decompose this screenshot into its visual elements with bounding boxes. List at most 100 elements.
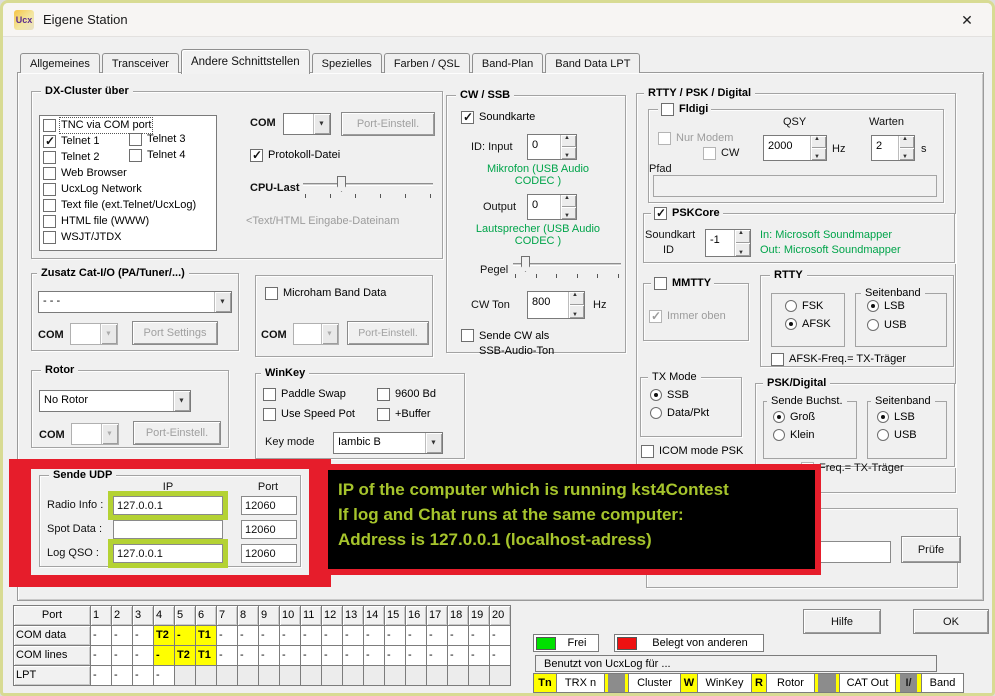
checkbox-soundkarte[interactable]: Soundkarte [461, 111, 535, 124]
checkbox-telnet-2[interactable]: Telnet 2 [43, 151, 100, 164]
pfad-input[interactable] [653, 175, 937, 197]
log-qso-port-input[interactable] [241, 544, 297, 563]
radio-tx-ssb[interactable]: SSB [650, 389, 689, 401]
checkbox-box [43, 183, 56, 196]
checkbox-label: 9600 Bd [395, 388, 436, 401]
checkbox-mmtty[interactable]: MMTTY [651, 277, 714, 290]
radio-rtty-lsb[interactable]: LSB [867, 300, 905, 312]
checkbox-microham-band-data[interactable]: Microham Band Data [265, 287, 386, 300]
spinner-buttons[interactable] [734, 230, 750, 256]
legend-key-band: I/ [896, 673, 922, 693]
annotation-line: Address is 127.0.0.1 (localhost-adress) [338, 527, 805, 552]
checkbox-ucxlog-network[interactable]: UcxLog Network [43, 183, 142, 196]
checkbox-icom-mode-psk[interactable]: ICOM mode PSK [641, 445, 743, 458]
checkbox-sende-cw-als-ssb[interactable]: Sende CW als SSB-Audio-Ton [461, 329, 571, 359]
zusatz-device-dropdown[interactable]: - - - [38, 291, 232, 313]
port-table-cell [490, 666, 511, 686]
checkbox-paddle-swap[interactable]: Paddle Swap [263, 388, 346, 401]
close-icon[interactable]: ✕ [950, 7, 984, 33]
checkbox-use-speed-pot[interactable]: Use Speed Pot [263, 408, 355, 421]
tab-allgemeines[interactable]: Allgemeines [20, 53, 100, 73]
pskcore-id-spinner[interactable]: -1 [705, 229, 751, 257]
checkbox-box [703, 147, 716, 160]
mikrofon-device-text: Mikrofon (USB Audio CODEC ) [468, 163, 608, 187]
spinner-buttons[interactable] [560, 195, 576, 219]
spinner-buttons[interactable] [568, 292, 584, 318]
checkbox-label: Protokoll-Datei [268, 149, 340, 162]
checkbox-label: Freq.= TX-Träger [819, 462, 904, 475]
log-qso-ip-input[interactable] [113, 544, 223, 563]
checkbox-web-browser[interactable]: Web Browser [43, 167, 127, 180]
zusatz-port-settings-button[interactable]: Port Settings [132, 321, 218, 345]
radio-info-ip-input[interactable] [113, 496, 223, 515]
checkbox-protokoll-datei[interactable]: Protokoll-Datei [250, 149, 340, 162]
checkbox-nur-modem[interactable]: Nur Modem [658, 132, 733, 145]
checkbox-fldigi[interactable]: Fldigi [658, 103, 711, 116]
checkbox-wsjt-jtdx[interactable]: WSJT/JTDX [43, 231, 122, 244]
radio-fsk[interactable]: FSK [785, 300, 823, 312]
checkbox-html-file[interactable]: HTML file (WWW) [43, 215, 149, 228]
spinner-buttons[interactable] [560, 135, 576, 159]
checkbox-telnet-4[interactable]: Telnet 4 [129, 149, 186, 162]
chevron-down-icon[interactable] [313, 114, 330, 134]
tab-spezielles[interactable]: Spezielles [312, 53, 382, 73]
sende-udp-title: Sende UDP [49, 469, 116, 481]
microham-com-dropdown[interactable] [293, 323, 339, 345]
zusatz-com-dropdown[interactable] [70, 323, 118, 345]
checkbox-box [43, 199, 56, 212]
radio-dot [867, 300, 879, 312]
cw-ton-spinner[interactable]: 800 [527, 291, 585, 319]
radio-psk-usb[interactable]: USB [877, 429, 917, 441]
checkbox-afsk-freq-tx-traeger[interactable]: AFSK-Freq.= TX-Träger [771, 353, 906, 366]
checkbox-telnet-1[interactable]: Telnet 1 [43, 135, 100, 148]
rotor-port-settings-button[interactable]: Port-Einstell. [133, 421, 221, 445]
tab-farben-qsl[interactable]: Farben / QSL [384, 53, 470, 73]
rotor-com-dropdown[interactable] [71, 423, 119, 445]
checkbox-pskcore[interactable]: PSKCore [651, 207, 723, 220]
pegel-slider[interactable] [513, 255, 621, 281]
tab-band-data-lpt[interactable]: Band Data LPT [545, 53, 640, 73]
radio-tx-data-pkt[interactable]: Data/Pkt [650, 407, 709, 419]
chevron-down-icon[interactable] [214, 292, 231, 312]
checkbox-telnet-3[interactable]: Telnet 3 [129, 133, 186, 146]
pruefe-button[interactable]: Prüfe [901, 536, 961, 563]
checkbox-immer-oben[interactable]: Immer oben [649, 310, 726, 323]
chevron-down-icon[interactable] [173, 391, 190, 411]
tab-band-plan[interactable]: Band-Plan [472, 53, 543, 73]
tab-andere-schnittstellen[interactable]: Andere Schnittstellen [181, 49, 310, 74]
input-id-spinner[interactable]: 0 [527, 134, 577, 160]
checkbox-9600bd[interactable]: 9600 Bd [377, 388, 436, 401]
tab-transceiver[interactable]: Transceiver [102, 53, 179, 73]
slider-thumb[interactable] [521, 256, 530, 272]
output-id-spinner[interactable]: 0 [527, 194, 577, 220]
ok-button[interactable]: OK [913, 609, 989, 634]
slider-thumb[interactable] [337, 176, 346, 192]
microham-port-settings-button[interactable]: Port-Einstell. [347, 321, 429, 345]
checkbox-tnc-com[interactable]: TNC via COM port [43, 119, 151, 132]
qsy-spinner[interactable]: 2000 [763, 135, 827, 161]
radio-info-port-input[interactable] [241, 496, 297, 515]
spot-data-ip-input[interactable] [113, 520, 223, 539]
spot-data-port-input[interactable] [241, 520, 297, 539]
hilfe-button[interactable]: Hilfe [803, 609, 881, 634]
dx-port-settings-button[interactable]: Port-Einstell. [341, 112, 435, 136]
radio-label: AFSK [802, 318, 831, 330]
warten-spinner[interactable]: 2 [871, 135, 915, 161]
radio-rtty-usb[interactable]: USB [867, 319, 907, 331]
radio-psk-lsb[interactable]: LSB [877, 411, 915, 423]
port-table-cell: T1 [196, 626, 217, 646]
key-mode-dropdown[interactable]: Iambic B [333, 432, 443, 454]
radio-gross[interactable]: Groß [773, 411, 815, 423]
radio-klein[interactable]: Klein [773, 429, 814, 441]
spinner-value: 2 [872, 136, 898, 160]
rotor-dropdown[interactable]: No Rotor [39, 390, 191, 412]
dx-com-dropdown[interactable] [283, 113, 331, 135]
radio-afsk[interactable]: AFSK [785, 318, 831, 330]
checkbox-plus-buffer[interactable]: +Buffer [377, 408, 431, 421]
spinner-buttons[interactable] [810, 136, 826, 160]
cpu-last-slider[interactable] [303, 175, 433, 201]
chevron-down-icon[interactable] [425, 433, 442, 453]
checkbox-fldigi-cw[interactable]: CW [703, 147, 739, 160]
checkbox-text-file[interactable]: Text file (ext.Telnet/UcxLog) [43, 199, 196, 212]
spinner-buttons[interactable] [898, 136, 914, 160]
